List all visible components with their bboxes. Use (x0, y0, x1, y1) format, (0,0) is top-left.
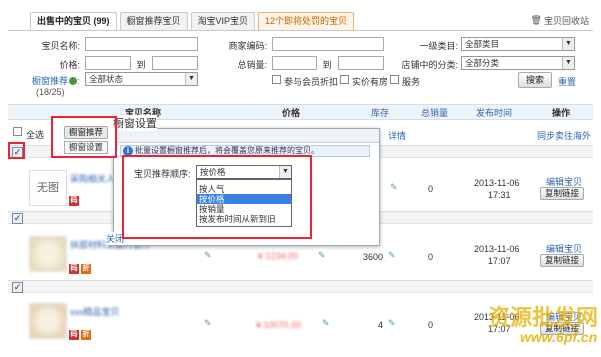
col-time[interactable]: 发布时间 (476, 106, 512, 119)
pencil-icon[interactable]: ✎ (388, 250, 396, 261)
reset-link[interactable]: 重置 (558, 75, 576, 88)
help-icon (69, 77, 78, 85)
tab-penalty[interactable]: 12个即将处罚的宝贝 (258, 12, 355, 30)
showcase-filter-label: 橱窗推荐: (32, 76, 80, 86)
shop-category-value: 全部分类 (465, 58, 500, 68)
publish-time: 17:31 (488, 190, 511, 200)
dialog-titlebar (114, 129, 379, 143)
price-to: 到 (136, 60, 146, 70)
status-select[interactable]: 全部状态 ▼ (85, 72, 198, 86)
row-separator (8, 280, 593, 293)
product-title[interactable]: 采购相关人 (70, 172, 115, 185)
product-thumbnail[interactable] (29, 236, 67, 272)
discount-tag: 折 (81, 264, 91, 274)
category-value: 全部类目 (465, 39, 500, 49)
stock-checkbox[interactable] (340, 75, 349, 84)
product-title[interactable]: xxx精品宝贝 (70, 305, 120, 318)
tab-bar: 出售中的宝贝 (99) 橱窗推荐宝贝 淘宝VIP宝贝 12个即将处罚的宝贝 (30, 12, 355, 30)
sales-value: 0 (428, 320, 434, 330)
highlight-box (51, 116, 117, 158)
shop-category-label: 店铺中的分类: (401, 60, 458, 70)
shop-category-select[interactable]: 全部分类 ▼ (461, 56, 575, 70)
code-tag: 码 (69, 330, 79, 340)
price-value: ¥ 1234.00 (258, 251, 299, 261)
pencil-icon[interactable]: ✎ (318, 250, 326, 261)
showcase-count: (18/25) (36, 87, 65, 97)
chevron-down-icon: ▼ (185, 73, 197, 85)
row-checkbox[interactable]: ✓ (12, 213, 23, 224)
code-tag: 码 (69, 196, 79, 206)
highlight-box (8, 142, 25, 159)
service-checkbox[interactable] (390, 75, 399, 84)
watermark-url: www.6pf.cn (520, 329, 598, 345)
sales-value: 0 (428, 184, 434, 194)
code-tag: 码 (69, 264, 79, 274)
stock-value: 4 (378, 320, 384, 330)
recycle-label: 宝贝回收站 (543, 16, 589, 26)
pencil-icon[interactable]: ✎ (390, 182, 398, 193)
name-label: 宝贝名称: (41, 41, 80, 51)
chevron-down-icon: ▼ (562, 57, 574, 69)
sales-label: 总销量: (237, 60, 267, 70)
category-label: 一级类目: (419, 41, 458, 51)
col-price[interactable]: 价格 (282, 106, 300, 119)
code-input[interactable] (272, 37, 384, 51)
trash-icon: 🗑 (530, 15, 542, 25)
sales-min-input[interactable] (272, 56, 317, 70)
col-op: 操作 (552, 108, 571, 118)
sales-to: 到 (322, 60, 332, 70)
price-max-input[interactable] (152, 56, 198, 70)
pencil-icon[interactable]: ✎ (204, 318, 212, 329)
col-sales[interactable]: 总销量 (421, 106, 448, 119)
row-checkbox[interactable]: ✓ (12, 282, 23, 293)
detail-link[interactable]: 详情 (388, 129, 406, 142)
select-all-label: 全选 (26, 130, 45, 140)
highlight-box (122, 155, 312, 239)
price-value: ¥ 10070.00 (256, 320, 302, 330)
member-discount-checkbox[interactable] (272, 75, 281, 84)
select-all-checkbox[interactable] (13, 127, 22, 136)
sync-overseas-link[interactable]: 同步卖往海外 (537, 129, 591, 142)
price-min-input[interactable] (85, 56, 131, 70)
stock-value: 3600 (363, 252, 384, 262)
stock-label: 实价有房 (352, 77, 389, 87)
publish-time: 17:07 (488, 256, 511, 266)
info-text: 批量设置橱窗推荐后，将会覆盖您原来推荐的宝贝。 (135, 146, 319, 155)
status-value: 全部状态 (89, 74, 124, 84)
service-label: 服务 (402, 77, 421, 87)
pencil-icon[interactable]: ✎ (388, 318, 396, 329)
chevron-down-icon: ▼ (562, 38, 574, 50)
tab-divider (8, 30, 593, 31)
copy-link-button[interactable]: 复制链接 (540, 254, 584, 267)
pencil-icon[interactable]: ✎ (322, 318, 330, 329)
code-label: 商家编码: (228, 41, 267, 51)
discount-tag: 折 (81, 330, 91, 340)
watermark-title: 资源批发网 (488, 305, 599, 331)
search-button[interactable]: 搜索 (518, 72, 552, 88)
dialog-title: 橱窗设置 (113, 115, 157, 131)
pencil-icon[interactable]: ✎ (204, 250, 212, 261)
copy-link-button[interactable]: 复制链接 (540, 187, 584, 200)
member-discount-label: 参与会员折扣 (284, 77, 339, 87)
product-thumbnail[interactable] (29, 303, 67, 339)
publish-date: 2013-11-06 (474, 244, 520, 254)
col-stock[interactable]: 库存 (371, 106, 389, 119)
name-input[interactable] (85, 37, 198, 51)
publish-date: 2013-11-06 (474, 178, 520, 188)
tab-on-sale[interactable]: 出售中的宝贝 (99) (30, 12, 117, 30)
product-thumbnail[interactable]: 无图 (29, 170, 67, 206)
price-label: 价格: (59, 60, 80, 70)
showcase-filter-text: 橱窗推荐 (32, 76, 69, 86)
tab-showcase[interactable]: 橱窗推荐宝贝 (119, 12, 188, 30)
recycle-bin-link[interactable]: 🗑 宝贝回收站 (531, 14, 589, 27)
sales-value: 0 (428, 252, 434, 262)
sales-max-input[interactable] (338, 56, 384, 70)
tab-vip[interactable]: 淘宝VIP宝贝 (190, 12, 256, 30)
category-select[interactable]: 全部类目 ▼ (461, 37, 575, 51)
